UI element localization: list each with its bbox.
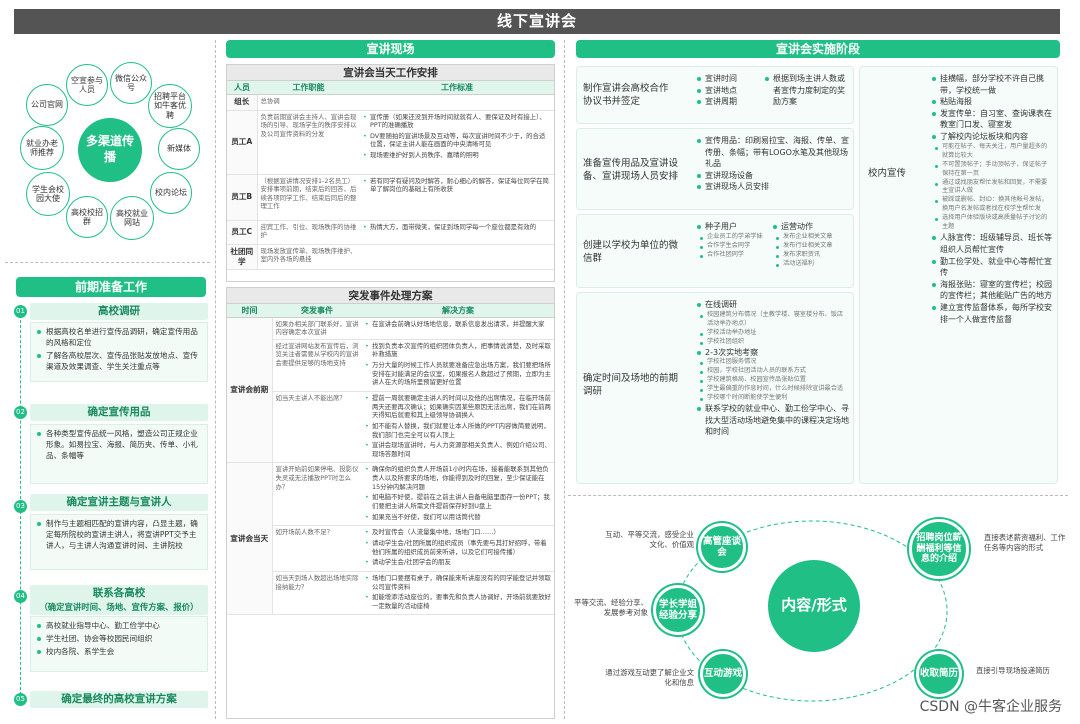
section-title: 确定最终的高校宣讲方案: [30, 691, 208, 708]
channel-node: 招聘平台如牛客优聘: [148, 84, 192, 128]
divider: [568, 495, 1068, 496]
section-item: 制作与主题相匹配的宣讲内容，凸显主题，确定每所院校的宣讲主讲人，将宣讲PPT交予…: [37, 518, 201, 551]
divider: [564, 40, 565, 719]
section-item: 高校就业指导中心、勤工俭学中心: [37, 620, 201, 631]
emergency-table: 突发事件处理方案 时间 突发事件 解决方案 宣讲会前期 如果办相关部门联系好，宣讲内容…: [226, 287, 555, 719]
channel-node: 就业办老师推荐: [20, 126, 64, 170]
section-item: 了解各高校层次、宣传品张贴发放地点、宣传渠道及效果调查、学生关注重点等: [37, 350, 201, 372]
section-number: 05: [14, 693, 27, 706]
section-item: 各种类型宣传品统一风格，塑造公司正规企业形象。如易拉宝、海报、简历夹、传单、小礼…: [37, 428, 201, 461]
campus-promo-panel: 校内宣传 挂横幅，部分学校不许自己携带，学校统一做 粘贴海报 发宣传单：自习室、…: [859, 66, 1058, 484]
form-desc: 互动、平等交流，感受企业文化、价值观: [605, 530, 694, 550]
section-item: 校内各院、系学生会: [37, 646, 201, 657]
form-node: 招聘岗位薪酬福利等信息的介绍: [909, 519, 969, 579]
form-desc: 直接引导现场投递简历: [976, 666, 1050, 675]
form-desc: 通过游戏互动更了解企业文化和信息: [605, 668, 694, 688]
section-item: 学生社团、协会等校园民间组织: [37, 633, 201, 644]
channel-node: 空宣参与人员: [66, 64, 108, 106]
section-title: 联系各高校 （确定宣讲时间、场地、宣传方案、报价）: [30, 585, 208, 615]
section-item: 根据高校名单进行宣传品调研，确定宣传用品的风格和定位: [37, 326, 201, 348]
stage-row: 确定时间及场地的前期调研 在线调研 校园建筑分布情况（主教学楼、寝室楼分布、饭店…: [576, 292, 854, 484]
channels-center: 多渠道传播: [78, 118, 142, 182]
form-node: 收取简历: [916, 651, 962, 697]
section-title: 确定宣讲主题与宣讲人: [30, 494, 208, 511]
campus-label: 校内宣传: [868, 168, 907, 179]
divider: [215, 40, 216, 719]
form-node: 互动游戏: [700, 651, 746, 697]
stage-row: 制作宣讲会高校合作协议书并签定 宣讲时间 宣讲地点 宣讲周期 根据到场主讲人数或者宣…: [576, 66, 854, 124]
section-title: 高校调研: [30, 303, 208, 320]
section-number: 03: [14, 500, 27, 513]
forms-center: 内容/形式: [768, 560, 860, 652]
work-table: 宣讲会当天工作安排 人员 工作职能 工作标准 组长 总协调 员工A 负责前期宣讲会主持人…: [226, 64, 555, 282]
form-desc: 平等交流、经验分享、发展参考对象: [574, 598, 648, 618]
form-desc: 直接表述薪资福利、工作任务等内容的形式: [984, 533, 1066, 553]
stage-row: 创建以学校为单位的微信群 种子用户 企业员工的学弟学妹 合作学生会同学 合作社团同学…: [576, 214, 854, 288]
channel-node: 高校校招群: [66, 196, 108, 238]
form-node: 学长学姐经验分享: [653, 585, 703, 635]
section-number: 04: [14, 590, 27, 603]
channel-node: 学生会校园大使: [26, 172, 70, 216]
section-body: 根据高校名单进行宣传品调研，确定宣传用品的风格和定位 了解各高校层次、宣传品张贴发…: [30, 322, 208, 382]
form-node: 高管座谈会: [698, 523, 746, 571]
footer-credit: CSDN @牛客企业服务: [919, 699, 1062, 715]
divider: [5, 262, 210, 263]
channel-node: 高校就业网站: [110, 196, 154, 240]
section-body: 高校就业指导中心、勤工俭学中心 学生社团、协会等校园民间组织 校内各院、系学生会: [30, 616, 208, 672]
work-table-caption: 宣讲会当天工作安排: [227, 65, 554, 81]
onsite-header: 宣讲现场: [226, 40, 555, 58]
channel-node: 校内论坛: [150, 172, 192, 214]
stage-row: 准备宣传用品及宣讲设备、宣讲现场人员安排 宣传用品：印刷易拉宝、海报、传单、宣传…: [576, 128, 854, 210]
channel-node: 微信公众号: [110, 62, 152, 104]
stage-header: 宣讲会实施阶段: [576, 40, 1060, 58]
page-title: 线下宣讲会: [14, 9, 1060, 34]
section-body: 各种类型宣传品统一风格，塑造公司正规企业形象。如易拉宝、海报、简历夹、传单、小礼…: [30, 424, 208, 484]
section-body: 制作与主题相匹配的宣讲内容，凸显主题，确定每所院校的宣讲主讲人，将宣讲PPT交予…: [30, 514, 208, 570]
prep-header: 前期准备工作: [16, 277, 206, 297]
section-number: 01: [14, 305, 27, 318]
section-number: 02: [14, 406, 27, 419]
emergency-table-caption: 突发事件处理方案: [227, 288, 554, 304]
section-title: 确定宣传用品: [30, 404, 208, 421]
channel-node: 公司官网: [26, 84, 68, 126]
channel-node: 新媒体: [158, 128, 200, 170]
